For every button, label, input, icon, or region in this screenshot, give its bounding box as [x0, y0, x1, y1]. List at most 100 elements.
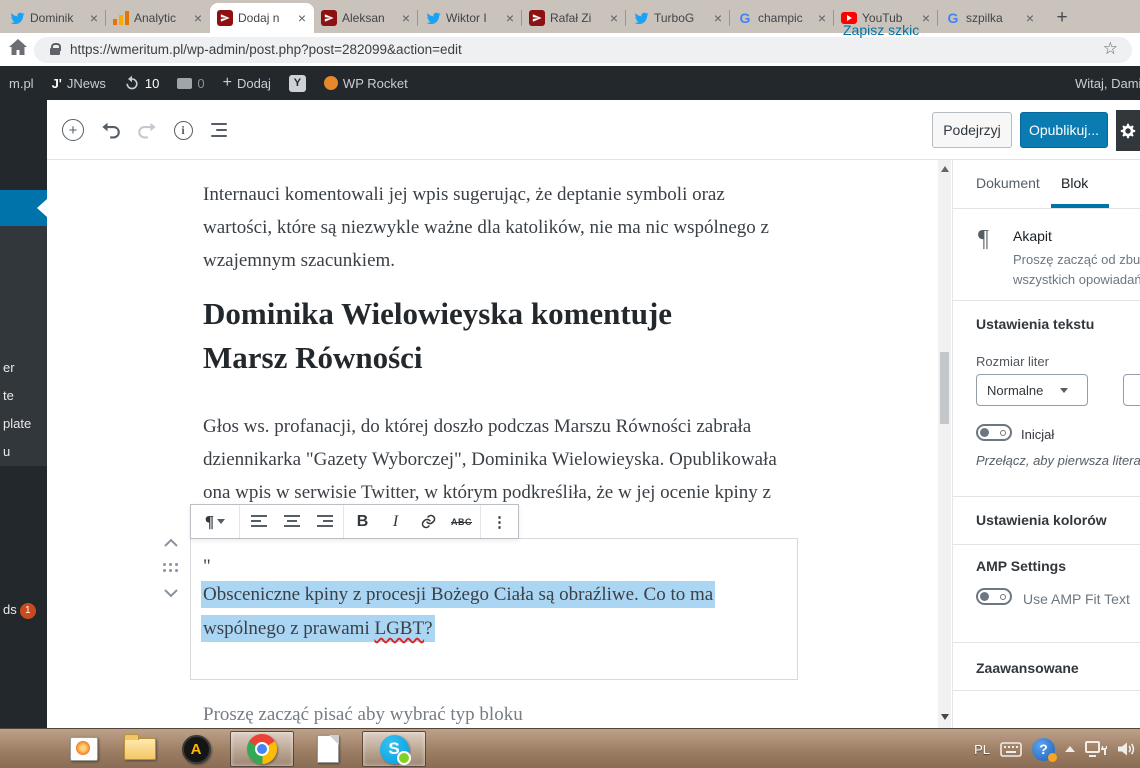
wp-rocket-item[interactable]: WP Rocket	[315, 66, 417, 100]
selected-text-line[interactable]: wspólnego z prawami LGBT?	[201, 612, 435, 645]
comments-item[interactable]: 0	[168, 66, 213, 100]
chrome-taskbar-button[interactable]	[230, 731, 294, 767]
tab-document[interactable]: Dokument	[976, 175, 1040, 191]
browser-tab[interactable]: Wiktor I ×	[418, 3, 522, 33]
tab-close-button[interactable]: ×	[1025, 11, 1035, 25]
preview-button[interactable]: Podejrzyj	[932, 112, 1012, 148]
site-name-item[interactable]: m.pl	[0, 66, 43, 100]
show-hidden-icons-button[interactable]	[1065, 746, 1075, 752]
browser-tab[interactable]: Rafał Zi×	[522, 3, 626, 33]
change-block-type-button[interactable]: ¶	[193, 505, 237, 538]
tab-close-button[interactable]: ×	[609, 11, 619, 25]
tab-close-button[interactable]: ×	[921, 11, 931, 25]
menu-item-fragment[interactable]: te	[3, 388, 14, 403]
volume-icon[interactable]	[1117, 741, 1136, 757]
menu-item-fragment[interactable]: plate	[3, 416, 31, 431]
amp-fit-text-toggle[interactable]	[976, 588, 1012, 605]
move-block-up-button[interactable]	[160, 532, 182, 552]
selected-text-line[interactable]: Obsceniczne kpiny z procesji Bożego Ciał…	[201, 578, 715, 611]
scrollbar-thumb[interactable]	[940, 352, 949, 424]
save-draft-link[interactable]: Zapisz szkic	[843, 22, 919, 38]
skype-taskbar-button[interactable]: S	[362, 731, 426, 767]
tab-close-button[interactable]: ×	[401, 11, 411, 25]
heading-line[interactable]: Dominika Wielowieyska komentuje	[203, 296, 672, 332]
notepad-icon	[317, 735, 339, 763]
more-options-button[interactable]: ⋮	[483, 505, 516, 538]
align-center-button[interactable]	[275, 505, 308, 538]
color-settings-header[interactable]: Ustawienia kolorów	[976, 512, 1107, 528]
align-center-icon	[284, 515, 300, 529]
aimp-taskbar-button[interactable]: A	[174, 731, 218, 767]
home-icon[interactable]	[8, 38, 28, 61]
amp-settings-header[interactable]: AMP Settings	[976, 558, 1066, 574]
block-appender-placeholder[interactable]: Proszę zacząć pisać aby wybrać typ bloku	[203, 698, 523, 731]
paragraph-line[interactable]: Głos ws. profanacji, do której doszło po…	[203, 410, 751, 443]
yoast-item[interactable]: Y	[280, 66, 315, 100]
editor-scrollbar[interactable]	[938, 160, 951, 728]
greeting-text[interactable]: Witaj, Dami	[1075, 76, 1140, 91]
browser-tab[interactable]: Dominik×	[2, 3, 106, 33]
content-structure-button[interactable]: i	[165, 100, 201, 160]
tab-close-button[interactable]: ×	[505, 11, 515, 25]
tab-close-button[interactable]: ×	[193, 11, 203, 25]
paragraph-line[interactable]: Internauci komentowali jej wpis sugerują…	[203, 178, 725, 211]
strikethrough-button[interactable]: ABC	[445, 505, 478, 538]
keyboard-icon[interactable]	[1000, 742, 1022, 757]
menu-item-fragment[interactable]: u	[3, 444, 10, 459]
browser-tab[interactable]: Analytic×	[106, 3, 210, 33]
paragraph-line[interactable]: wzajemnym szacunkiem.	[203, 244, 395, 277]
admin-menu-active-item[interactable]	[0, 190, 47, 226]
tab-close-button[interactable]: ×	[297, 11, 307, 25]
menu-item-fragment[interactable]: er	[3, 360, 15, 375]
bold-button[interactable]: B	[346, 505, 379, 538]
redo-button[interactable]	[129, 100, 165, 160]
link-button[interactable]	[412, 505, 445, 538]
bookmark-star-icon[interactable]: ☆	[1103, 39, 1118, 59]
font-size-custom-input[interactable]	[1123, 374, 1140, 406]
tab-close-button[interactable]: ×	[713, 11, 723, 25]
browser-tab[interactable]: Aleksan×	[314, 3, 418, 33]
block-inserter-button[interactable]: +	[55, 100, 91, 160]
block-navigation-button[interactable]	[201, 100, 237, 160]
network-icon[interactable]	[1085, 741, 1107, 758]
browser-tab[interactable]: Gchampic×	[730, 3, 834, 33]
settings-toggle-button[interactable]	[1116, 110, 1140, 151]
jnews-menu-item[interactable]: J' JNews	[43, 66, 115, 100]
heading-line[interactable]: Marsz Równości	[203, 340, 423, 376]
block-description-line: wszystkich opowiadań.	[1013, 272, 1140, 287]
scroll-down-arrow[interactable]	[941, 714, 949, 720]
publish-button[interactable]: Opublikuj...	[1020, 112, 1108, 148]
explorer-taskbar-button[interactable]	[118, 731, 162, 767]
block-drag-handle[interactable]	[160, 558, 182, 578]
language-indicator[interactable]: PL	[974, 742, 990, 757]
url-field[interactable]: https://wmeritum.pl/wp-admin/post.php?po…	[34, 37, 1132, 63]
photo-viewer-taskbar-button[interactable]	[62, 731, 106, 767]
advanced-header[interactable]: Zaawansowane	[976, 660, 1079, 676]
align-left-button[interactable]	[242, 505, 275, 538]
new-tab-button[interactable]: +	[1048, 4, 1076, 32]
url-text[interactable]: https://wmeritum.pl/wp-admin/post.php?po…	[70, 42, 462, 57]
browser-tab[interactable]: Gszpilka×	[938, 3, 1042, 33]
tab-close-button[interactable]: ×	[89, 11, 99, 25]
tab-block[interactable]: Blok	[1061, 175, 1088, 191]
updates-item[interactable]: 10	[115, 66, 168, 100]
tab-title: Wiktor I	[446, 11, 500, 25]
tab-close-button[interactable]: ×	[817, 11, 827, 25]
paragraph-line[interactable]: wartości, które są niezwykle ważne dla k…	[203, 211, 769, 244]
undo-button[interactable]	[93, 100, 129, 160]
paragraph-line[interactable]: dziennikarka "Gazety Wyborczej", Dominik…	[203, 443, 777, 476]
dropcap-toggle[interactable]	[976, 424, 1012, 441]
menu-item-fragment-with-badge[interactable]: ds1	[3, 602, 36, 619]
font-size-select[interactable]: Normalne	[976, 374, 1088, 406]
add-new-item[interactable]: + Dodaj	[214, 66, 280, 100]
system-tray: PL ?	[974, 729, 1136, 768]
browser-tab[interactable]: Dodaj n×	[210, 3, 314, 33]
help-tray-icon[interactable]: ?	[1032, 738, 1055, 761]
notepad-taskbar-button[interactable]	[306, 731, 350, 767]
italic-button[interactable]: I	[379, 505, 412, 538]
move-block-down-button[interactable]	[160, 583, 182, 603]
browser-tab[interactable]: TurboG×	[626, 3, 730, 33]
scroll-up-arrow[interactable]	[941, 166, 949, 172]
align-right-button[interactable]	[308, 505, 341, 538]
text-settings-header[interactable]: Ustawienia tekstu	[976, 316, 1094, 332]
